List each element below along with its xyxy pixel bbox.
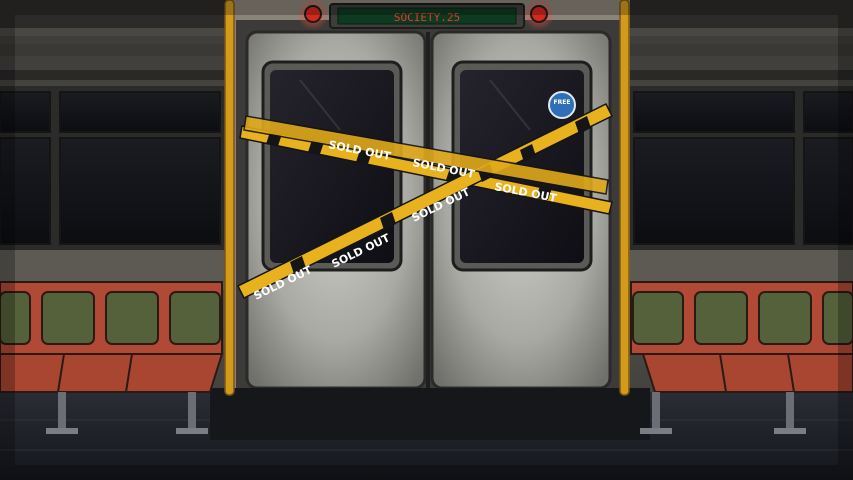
- subway-car-scene: FREE SOCIETY.25 SOLD OUT SOLD OUT SOLD O…: [0, 0, 853, 480]
- left-pole: [224, 0, 235, 396]
- scene-art: FREE SOCIETY.25 SOLD OUT SOLD OUT SOLD O…: [0, 0, 853, 480]
- sticker-text: FREE: [554, 99, 571, 106]
- right-trim: [630, 70, 853, 80]
- right-window: [630, 86, 853, 250]
- right-upper-panel: [630, 44, 853, 56]
- door-threshold: [210, 388, 650, 440]
- right-pole: [619, 0, 630, 396]
- left-trim: [0, 70, 225, 80]
- left-upper-panel: [0, 44, 225, 56]
- right-door: [430, 30, 612, 390]
- left-window: [0, 86, 225, 250]
